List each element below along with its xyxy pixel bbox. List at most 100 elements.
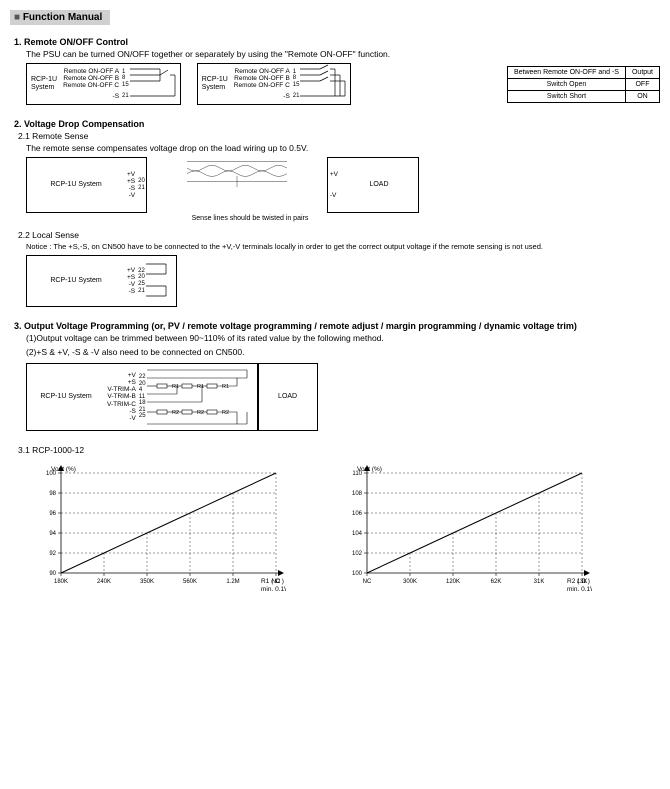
table-cell: OFF (625, 78, 659, 90)
sec1-diagram-b: RCP-1U System Remote ON-OFF A Remote ON-… (197, 63, 352, 105)
twisted-pair-icon (147, 157, 327, 187)
sec1-pinnums-b: 1 8 15 21 (292, 67, 301, 101)
svg-text:106: 106 (352, 511, 363, 517)
table-cell: ON (625, 90, 659, 102)
svg-text:R1: R1 (197, 384, 204, 390)
svg-text:300K: 300K (403, 579, 417, 585)
pin-label: Remote ON-OFF C (63, 82, 119, 89)
svg-text:min. 0.1W: min. 0.1W (261, 586, 286, 593)
svg-text:120K: 120K (446, 579, 460, 585)
sec2-text1: The remote sense compensates voltage dro… (26, 143, 660, 153)
pin-num: 8 (293, 75, 300, 82)
table-header: Between Remote ON-OFF and -S (507, 66, 625, 78)
sec1-box-label-b: RCP-1U System (198, 70, 232, 97)
pin-num: 15 (293, 82, 300, 89)
svg-text:1.2M: 1.2M (226, 579, 239, 585)
sec2-title: 2. Voltage Drop Compensation (14, 119, 660, 129)
switch-open-icon (130, 64, 180, 104)
page-header: Function Manual (10, 10, 110, 25)
sec3-left-label: RCP-1U System (27, 387, 105, 407)
sec1-pinnums: 1 8 15 21 (121, 67, 130, 101)
svg-text:104: 104 (352, 531, 363, 537)
pin-num: 20 (139, 381, 146, 388)
svg-text:350K: 350K (140, 579, 154, 585)
table-header: Output (625, 66, 659, 78)
pin-num: 21 (138, 185, 145, 192)
pin-label: -V (127, 281, 135, 288)
sec3-load-box: LOAD (258, 363, 318, 431)
pin-num: 21 (138, 288, 145, 295)
pin-label: Remote ON-OFF B (63, 75, 119, 82)
pin-label: -V (107, 415, 136, 422)
sec2-text2: Notice : The +S,-S, on CN500 have to be … (26, 242, 660, 251)
svg-text:min. 0.1W: min. 0.1W (567, 586, 592, 593)
pin-label: V-TRIM-C (107, 401, 136, 408)
pin-label: Remote ON-OFF A (234, 68, 290, 75)
pin-label: -S (127, 288, 135, 295)
sec3-line2: (2)+S & +V, -S & -V also need to be conn… (26, 347, 660, 357)
svg-text:R2: R2 (222, 410, 229, 416)
pin-label: V-TRIM-A (107, 386, 136, 393)
sec1-table: Between Remote ON-OFF and -SOutput Switc… (507, 66, 660, 103)
pin-label: +V (127, 171, 135, 178)
svg-text:R2: R2 (172, 410, 179, 416)
pin-label: -S (63, 93, 119, 100)
svg-text:R1: R1 (222, 384, 229, 390)
svg-text:102: 102 (352, 551, 363, 557)
pin-num: 21 (139, 407, 146, 414)
sec2-local-pinnums: 22 20 25 21 (137, 266, 146, 296)
svg-text:R1: R1 (172, 384, 179, 390)
svg-text:31K: 31K (534, 579, 545, 585)
pin-label: Remote ON-OFF C (234, 82, 290, 89)
pin-num: 15 (122, 82, 129, 89)
sec2-note: Sense lines should be twisted in pairs (140, 215, 360, 222)
sec3-pins: +V +S V-TRIM-A V-TRIM-B V-TRIM-C -S -V (105, 370, 138, 424)
pin-num: 22 (139, 374, 146, 381)
sec2-left-label: RCP-1U System (27, 175, 125, 195)
sec3-diagram: RCP-1U System +V +S V-TRIM-A V-TRIM-B V-… (26, 363, 258, 431)
svg-text:180K: 180K (54, 579, 68, 585)
sec2-local-pins: +V +S -V -S (125, 265, 137, 298)
sec3-sub: 3.1 RCP-1000-12 (18, 445, 660, 455)
table-cell: Switch Short (507, 90, 625, 102)
sec2-pins: +V +S -S -V (125, 169, 137, 202)
pin-num: 21 (122, 93, 129, 100)
sec1-diagram-a: RCP-1U System Remote ON-OFF A Remote ON-… (26, 63, 181, 105)
svg-text:Vout (%): Vout (%) (51, 466, 76, 473)
svg-text:R2 ( Ω ): R2 ( Ω ) (567, 578, 590, 585)
switch-separate-icon (300, 64, 350, 104)
svg-text:94: 94 (49, 531, 56, 537)
pin-label: +V (127, 267, 135, 274)
sec2-load-label: LOAD (340, 175, 418, 195)
svg-text:240K: 240K (97, 579, 111, 585)
svg-text:NC: NC (363, 579, 372, 585)
sec3-pinnums: 22 20 4 11 18 21 25 (138, 372, 147, 422)
pin-label: -S (107, 408, 136, 415)
pin-num: 11 (139, 394, 146, 401)
pin-label: Remote ON-OFF B (234, 75, 290, 82)
sec3-title: 3. Output Voltage Programming (or, PV / … (14, 321, 660, 331)
sec2-pinnums: 20 21 (137, 170, 146, 200)
sec2-sub2: 2.2 Local Sense (18, 230, 660, 240)
pin-num: 1 (293, 69, 300, 76)
pin-label: V-TRIM-B (107, 393, 136, 400)
sec1-text: The PSU can be turned ON/OFF together or… (26, 49, 660, 59)
sec2-diagram-remote: RCP-1U System +V +S -S -V 20 21 (26, 157, 147, 213)
sec2-sub1: 2.1 Remote Sense (18, 131, 660, 141)
pin-num: 18 (139, 400, 146, 407)
svg-text:92: 92 (49, 551, 56, 557)
svg-text:560K: 560K (183, 579, 197, 585)
svg-text:R1 ( Ω ): R1 ( Ω ) (261, 578, 284, 585)
sec2-diagram-local: RCP-1U System +V +S -V -S 22 20 25 21 (26, 255, 177, 307)
pin-num: 25 (139, 413, 146, 420)
pin-label: +S (127, 178, 135, 185)
pin-label: -S (234, 93, 290, 100)
svg-text:Vout (%): Vout (%) (357, 466, 382, 473)
svg-text:90: 90 (49, 571, 56, 577)
pin-num: 22 (138, 268, 145, 275)
pin-num: 1 (122, 69, 129, 76)
pin-label: +V (107, 372, 136, 379)
sec2-load-pins: +V -V (328, 169, 340, 202)
pin-num: 20 (138, 178, 145, 185)
table-cell: Switch Open (507, 78, 625, 90)
